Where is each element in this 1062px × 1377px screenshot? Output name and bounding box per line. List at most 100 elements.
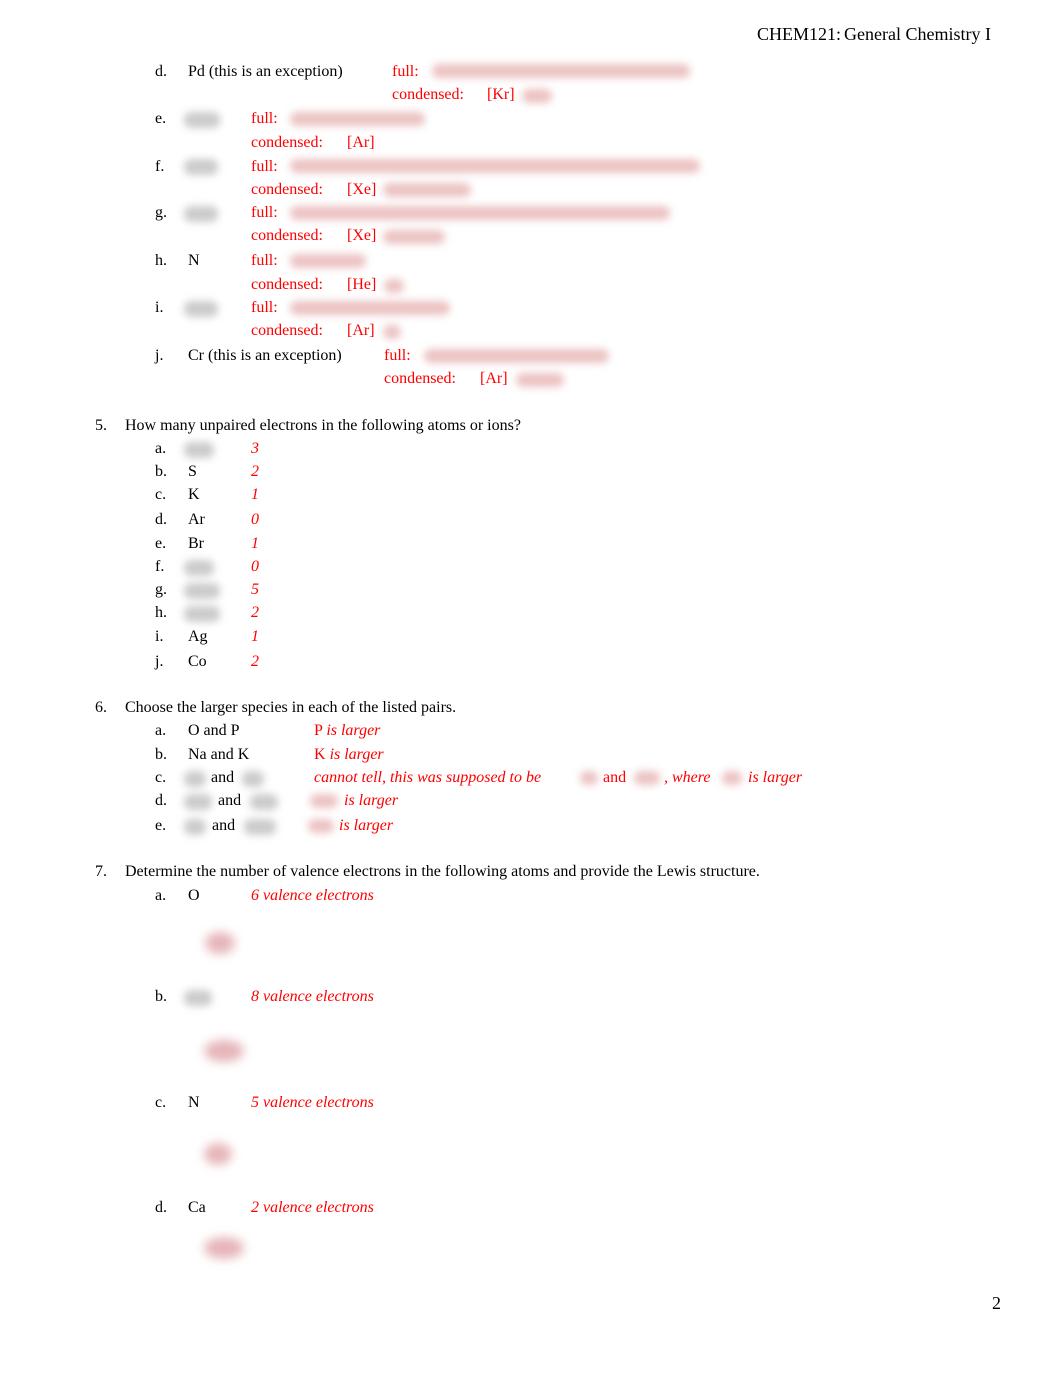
redacted-species	[184, 112, 220, 128]
q4-item-letter: d.	[155, 63, 167, 80]
redacted-species	[184, 771, 206, 787]
redacted-full-config	[290, 112, 425, 126]
redacted-species	[184, 819, 206, 835]
q5-answer: 3	[251, 440, 259, 457]
q7-answer: 8 valence electrons	[251, 988, 374, 1005]
full-label: full:	[251, 158, 278, 175]
q6-item-letter: e.	[155, 817, 167, 834]
q5-item-species: K	[188, 486, 200, 503]
redacted-full-config	[290, 159, 700, 173]
q5-item-letter: c.	[155, 486, 167, 503]
condensed-label: condensed:	[392, 86, 464, 103]
redacted-condensed-config	[384, 279, 404, 293]
q6-item-letter: c.	[155, 769, 167, 786]
redacted-species	[184, 442, 214, 458]
full-label: full:	[251, 110, 278, 127]
q5-item-letter: d.	[155, 511, 167, 528]
redacted-species	[580, 771, 598, 785]
noble-gas-core: [Ar]	[347, 322, 375, 339]
q7-item-letter: c.	[155, 1094, 167, 1111]
q5-item-species: Br	[188, 535, 204, 552]
redacted-species	[722, 771, 742, 785]
q5-item-species: Ar	[188, 511, 205, 528]
q5-answer: 1	[251, 486, 259, 503]
q5-answer: 5	[251, 581, 259, 598]
redacted-species	[242, 771, 264, 787]
redacted-lewis-structure	[204, 1040, 244, 1062]
q7-item-letter: a.	[155, 887, 167, 904]
q6-answer-text: is larger	[748, 769, 803, 786]
redacted-species	[310, 794, 338, 808]
question-number: 7.	[95, 863, 107, 880]
redacted-species	[184, 606, 220, 622]
q5-item-species: Co	[188, 653, 207, 670]
q6-answer-species: K	[314, 746, 326, 763]
course-code: CHEM121:	[757, 24, 842, 44]
full-label: full:	[384, 347, 411, 364]
q5-answer: 1	[251, 628, 259, 645]
redacted-species	[184, 206, 218, 222]
redacted-condensed-config	[516, 373, 564, 387]
q5-item-species: Ag	[188, 628, 208, 645]
q7-answer: 2 valence electrons	[251, 1199, 374, 1216]
q7-item-letter: b.	[155, 988, 167, 1005]
redacted-species	[184, 301, 218, 317]
redacted-full-config	[432, 64, 690, 78]
q5-item-letter: a.	[155, 440, 167, 457]
full-label: full:	[251, 299, 278, 316]
q5-item-letter: f.	[155, 558, 165, 575]
redacted-condensed-config	[383, 183, 471, 197]
redacted-species	[250, 794, 278, 810]
q6-answer-text: is larger	[329, 746, 384, 763]
q4-item-letter: j.	[155, 347, 164, 364]
q7-item-species: Ca	[188, 1199, 206, 1216]
full-label: full:	[251, 252, 278, 269]
question-prompt: Determine the number of valence electron…	[125, 863, 760, 880]
redacted-species	[308, 819, 334, 833]
q7-answer: 5 valence electrons	[251, 1094, 374, 1111]
q6-answer-species: P	[314, 722, 323, 739]
q5-answer: 2	[251, 604, 259, 621]
q4-item-letter: h.	[155, 252, 167, 269]
full-label: full:	[251, 204, 278, 221]
q4-item-letter: i.	[155, 299, 164, 316]
q4-item-species: Cr (this is an exception)	[188, 347, 342, 364]
q6-answer-text: is larger	[339, 817, 394, 834]
q6-item-letter: d.	[155, 792, 167, 809]
q4-item-letter: f.	[155, 158, 165, 175]
q6-answer-text: is larger	[344, 792, 399, 809]
q5-item-letter: j.	[155, 653, 164, 670]
q5-answer: 0	[251, 558, 259, 575]
redacted-lewis-structure	[204, 1237, 244, 1259]
condensed-label: condensed:	[251, 322, 323, 339]
redacted-species	[184, 583, 220, 599]
q4-item-species: Pd (this is an exception)	[188, 63, 343, 80]
redacted-species	[184, 159, 218, 175]
full-label: full:	[392, 63, 419, 80]
condensed-label: condensed:	[251, 134, 323, 151]
redacted-condensed-config	[383, 325, 401, 339]
redacted-full-config	[290, 301, 450, 315]
q6-answer-text: , where	[664, 769, 711, 786]
question-number: 6.	[95, 699, 107, 716]
noble-gas-core: [Ar]	[347, 134, 375, 151]
q5-item-letter: h.	[155, 604, 167, 621]
q6-item-letter: b.	[155, 746, 167, 763]
page-number: 2	[992, 1293, 1001, 1313]
redacted-species	[634, 771, 660, 785]
q6-item-letter: a.	[155, 722, 167, 739]
q6-pair-and: and	[218, 792, 242, 809]
redacted-species	[184, 560, 214, 576]
q4-item-species: N	[188, 252, 200, 269]
redacted-species	[244, 819, 276, 835]
redacted-lewis-structure	[205, 932, 235, 954]
q7-item-letter: d.	[155, 1199, 167, 1216]
q5-item-species: S	[188, 463, 197, 480]
q6-pair-and: and	[211, 769, 235, 786]
q5-answer: 2	[251, 653, 259, 670]
q5-answer: 0	[251, 511, 259, 528]
redacted-full-config	[424, 349, 609, 363]
q5-item-letter: g.	[155, 581, 167, 598]
question-number: 5.	[95, 417, 107, 434]
q6-answer: K is larger	[314, 745, 384, 765]
